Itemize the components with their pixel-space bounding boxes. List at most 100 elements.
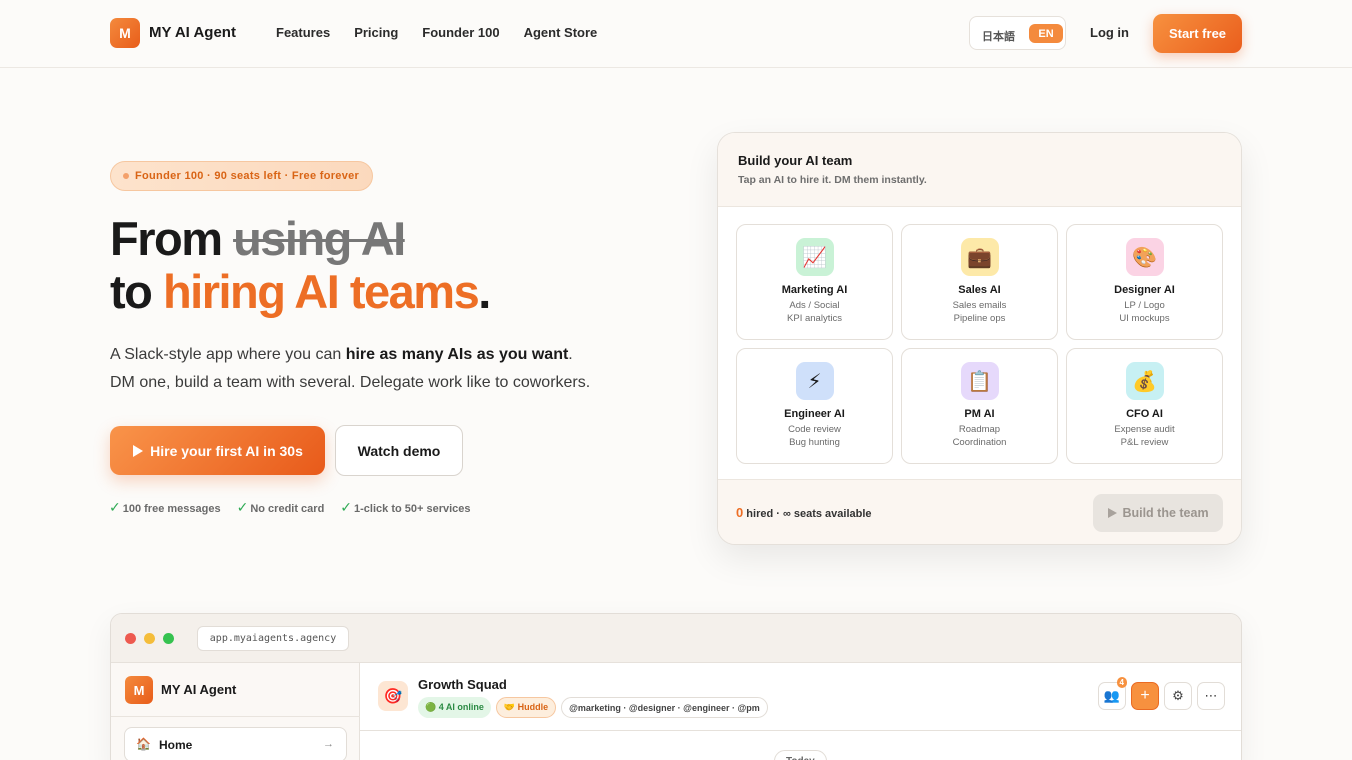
agent-card[interactable]: 🎨 Designer AI LP / Logo UI mockups xyxy=(1066,224,1223,340)
briefcase-icon: 💼 xyxy=(960,238,999,276)
title-accent: hiring AI teams xyxy=(162,265,480,318)
agent-desc-line2: Bug hunting xyxy=(789,437,840,448)
founder-badge: Founder 100 · 90 seats left · Free forev… xyxy=(110,161,374,191)
agent-desc: Sales emails Pipeline ops xyxy=(902,299,1057,325)
url-bar[interactable]: app.myaiagents.agency xyxy=(197,626,349,651)
hired-status: 0 hired · ∞ seats available xyxy=(736,505,872,520)
subtitle-bold: hire as many AIs as you want xyxy=(345,346,569,363)
agent-grid: 📈 Marketing AI Ads / Social KPI analytics 💼 S… xyxy=(736,224,1224,464)
check-item: ✓ 1-click to 50+ services xyxy=(340,499,470,516)
channel-header: 🎯 Growth Squad 🟢 4 AI online 🤝 Huddle @m… xyxy=(360,663,1241,731)
settings-button[interactable]: ⚙ xyxy=(1164,682,1192,710)
build-team-card: Build your AI team Tap an AI to hire it.… xyxy=(717,132,1242,545)
agent-card[interactable]: 💼 Sales AI Sales emails Pipeline ops xyxy=(901,224,1058,340)
close-window-icon[interactable] xyxy=(125,633,136,644)
more-button[interactable]: ⋯ xyxy=(1197,682,1225,710)
hire-button-label: Hire your first AI in 30s xyxy=(150,442,303,459)
nav-link-features[interactable]: Features xyxy=(276,25,330,40)
nav-link-pricing[interactable]: Pricing xyxy=(354,25,398,40)
check-icon: ✓ xyxy=(340,499,353,515)
date-divider: Today xyxy=(774,750,827,760)
agent-card[interactable]: 💰 CFO AI Expense audit P&L review xyxy=(1066,348,1223,464)
huddle-pill[interactable]: 🤝 Huddle xyxy=(495,697,557,718)
nav-link-founder-100[interactable]: Founder 100 xyxy=(422,25,499,40)
check-icon: ✓ xyxy=(236,499,249,515)
card-subtitle: Tap an AI to hire it. DM them instantly. xyxy=(738,174,927,186)
minimize-window-icon[interactable] xyxy=(144,633,155,644)
badge-text: Founder 100 · 90 seats left · Free forev… xyxy=(135,170,360,182)
check-icon: ✓ xyxy=(109,499,121,515)
play-icon xyxy=(133,444,144,457)
agent-name: Engineer AI xyxy=(784,408,845,420)
clipboard-icon: 📋 xyxy=(960,362,999,400)
people-icon: 👥 xyxy=(1103,688,1121,703)
hero-title: From using AI to hiring AI teams. xyxy=(110,212,491,318)
feature-checks: ✓ 100 free messages ✓ No credit card ✓ 1-cl… xyxy=(109,499,471,516)
card-footer: 0 hired · ∞ seats available Build the te… xyxy=(718,479,1241,544)
brand-name[interactable]: MY AI Agent xyxy=(149,24,236,41)
top-nav: M MY AI Agent Features Pricing Founder 1… xyxy=(0,0,1352,68)
agent-desc-line1: Roadmap xyxy=(958,424,1001,435)
play-icon xyxy=(1108,508,1118,518)
agent-desc-line1: Sales emails xyxy=(952,300,1007,311)
palette-icon: 🎨 xyxy=(1125,238,1164,276)
add-button[interactable]: + xyxy=(1131,682,1159,710)
agent-name: Marketing AI xyxy=(781,284,848,296)
agent-name: PM AI xyxy=(964,408,995,420)
check-label: 100 free messages xyxy=(122,503,221,515)
login-link[interactable]: Log in xyxy=(1090,25,1129,40)
hired-text: hired · ∞ seats available xyxy=(746,508,872,520)
agent-desc-line1: Expense audit xyxy=(1114,424,1175,435)
subtitle-line2: DM one, build a team with several. Deleg… xyxy=(110,374,591,391)
maximize-window-icon[interactable] xyxy=(163,633,174,644)
arrow-right-icon: → xyxy=(323,738,334,750)
build-team-button[interactable]: Build the team xyxy=(1093,494,1223,532)
window-titlebar: app.myaiagents.agency xyxy=(111,614,1241,663)
members-button[interactable]: 👥 4 xyxy=(1098,677,1127,710)
lang-en-option[interactable]: EN xyxy=(1029,24,1063,43)
sidebar-logo-icon: M xyxy=(125,676,153,704)
title-from: From xyxy=(110,212,223,265)
members-pill: @marketing · @designer · @engineer · @pm xyxy=(561,697,768,718)
home-label: Home xyxy=(159,738,193,752)
logo-icon[interactable]: M xyxy=(110,18,140,48)
app-sidebar: M MY AI Agent 🏠 Home → xyxy=(111,663,360,760)
title-to: to xyxy=(110,265,153,318)
agent-desc-line2: P&L review xyxy=(1120,437,1169,448)
agent-name: CFO AI xyxy=(1126,408,1163,420)
check-item: ✓ 100 free messages xyxy=(109,499,221,516)
agent-desc: LP / Logo UI mockups xyxy=(1067,299,1222,325)
check-item: ✓ No credit card xyxy=(237,499,325,516)
hire-first-ai-button[interactable]: Hire your first AI in 30s xyxy=(110,426,325,475)
watch-demo-button[interactable]: Watch demo xyxy=(335,425,463,476)
check-label: 1-click to 50+ services xyxy=(354,503,471,515)
more-dots-icon: ⋯ xyxy=(1204,688,1218,703)
hero-subtitle: A Slack-style app where you can hire as … xyxy=(110,341,630,397)
sidebar-brand: MY AI Agent xyxy=(161,682,237,697)
start-free-button[interactable]: Start free xyxy=(1153,14,1242,53)
target-icon: 🎯 xyxy=(378,681,408,711)
agent-desc-line2: UI mockups xyxy=(1119,313,1170,324)
app-preview-window: app.myaiagents.agency M MY AI Agent 🏠 Ho… xyxy=(110,613,1242,760)
sidebar-item-home[interactable]: 🏠 Home → xyxy=(124,727,347,760)
agent-name: Designer AI xyxy=(1114,284,1175,296)
gear-icon: ⚙ xyxy=(1172,688,1184,703)
nav-link-agent-store[interactable]: Agent Store xyxy=(524,25,598,40)
language-switcher: 日本語 EN xyxy=(969,16,1066,50)
money-bag-icon: 💰 xyxy=(1125,362,1164,400)
lang-ja-option[interactable]: 日本語 xyxy=(982,28,1015,44)
channel-name: Growth Squad xyxy=(418,677,507,692)
agent-name: Sales AI xyxy=(958,284,1001,296)
card-title: Build your AI team xyxy=(738,153,853,168)
agent-desc: Expense audit P&L review xyxy=(1067,423,1222,449)
agent-card[interactable]: ⚡ Engineer AI Code review Bug hunting xyxy=(736,348,893,464)
title-strike: using AI xyxy=(233,212,406,265)
agent-desc-line2: Pipeline ops xyxy=(953,313,1006,324)
chart-icon: 📈 xyxy=(795,238,834,276)
sidebar-divider xyxy=(111,716,360,717)
agent-card[interactable]: 📋 PM AI Roadmap Coordination xyxy=(901,348,1058,464)
agent-card[interactable]: 📈 Marketing AI Ads / Social KPI analytics xyxy=(736,224,893,340)
agent-desc: Code review Bug hunting xyxy=(737,423,892,449)
agent-desc-line1: LP / Logo xyxy=(1124,300,1165,311)
build-team-label: Build the team xyxy=(1122,506,1209,520)
